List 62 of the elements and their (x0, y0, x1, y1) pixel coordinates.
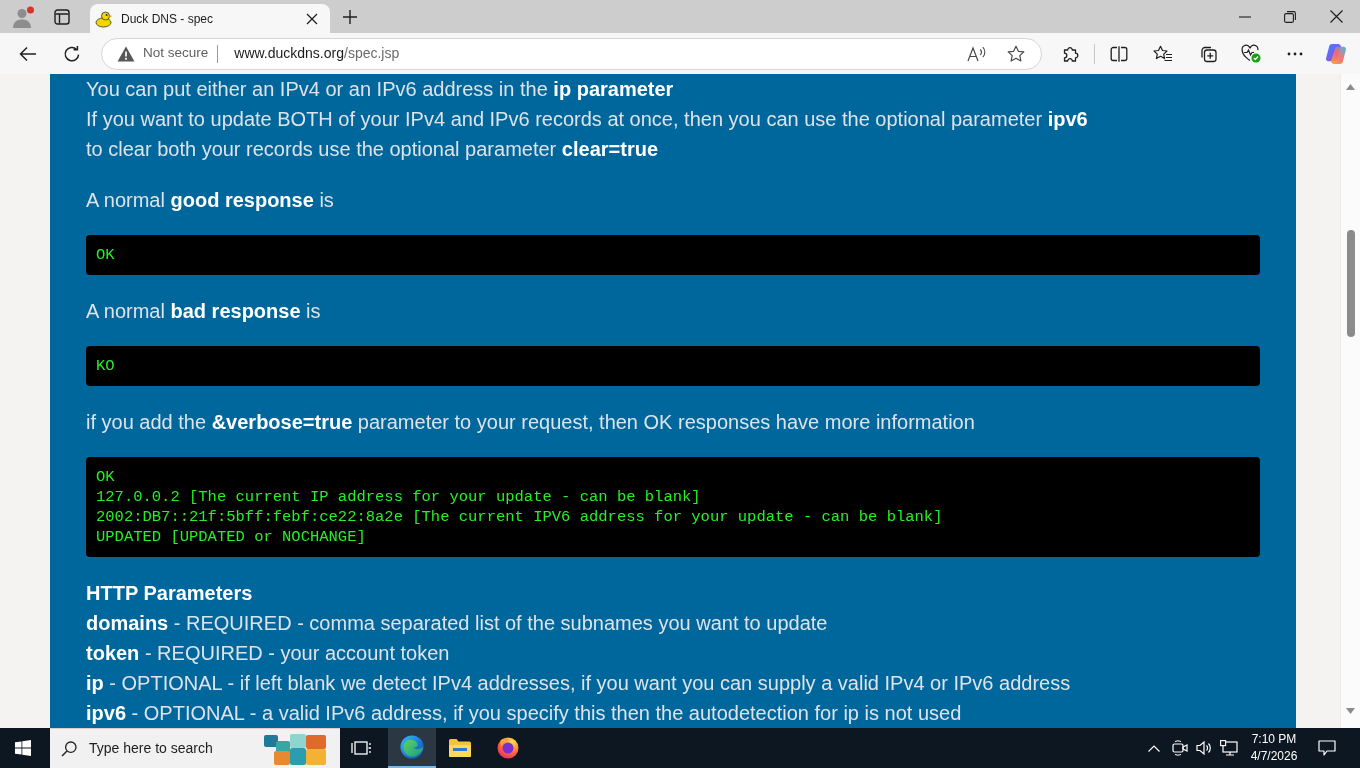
puzzle-pieces-illustration (264, 732, 326, 765)
search-field[interactable]: Type here to search (89, 738, 229, 759)
code-line: OK (96, 245, 116, 265)
code-line: UPDATED [UPDATED or NOCHANGE] (96, 527, 367, 547)
restore-icon[interactable] (1284, 10, 1296, 23)
split-screen-icon[interactable] (1110, 45, 1128, 62)
close-icon[interactable] (1330, 10, 1343, 23)
network-icon[interactable] (1220, 740, 1238, 756)
more-icon[interactable] (1287, 51, 1303, 56)
security-label[interactable]: Not secure (143, 43, 209, 64)
text-line: A normal bad response is (86, 298, 322, 324)
text-line: You can put either an IPv4 or an IPv6 address in the ip parameter (86, 77, 675, 102)
new-tab-icon[interactable] (342, 8, 358, 25)
volume-icon[interactable] (1196, 740, 1212, 756)
ring-logo-icon (496, 735, 520, 759)
read-aloud-icon[interactable] (967, 45, 987, 62)
clock-date[interactable]: 4/7/2026 (1248, 748, 1300, 765)
code-line: 2002:DB7::21f:5bff:febf:ce22:8a2e [The current IPV6 address for your update - can be blank] (96, 507, 944, 527)
chevron-up-icon[interactable] (1148, 744, 1160, 752)
close-icon[interactable] (306, 12, 318, 25)
scroll-thumb[interactable] (1346, 230, 1355, 337)
scroll-up-icon[interactable] (1346, 84, 1355, 90)
task-view-icon[interactable] (351, 740, 371, 756)
address-bar[interactable]: Not secure www.duckdns.org/spec.jsp (101, 37, 1042, 70)
puzzle-icon[interactable] (1062, 44, 1080, 63)
browser-tab[interactable]: Duck DNS - spec (90, 4, 330, 33)
text-line: ip - OPTIONAL - if left blank we detect IPv4 addresses, if you want you can supply a valid IPv4 or IPv6 address (86, 670, 1072, 696)
tab-actions-icon[interactable] (54, 8, 70, 25)
profile-icon[interactable] (11, 5, 35, 28)
code-line: 127.0.0.2 [The current IP address for your update - can be blank] (96, 487, 702, 507)
heart-pulse-icon[interactable] (1241, 44, 1261, 63)
search-icon (61, 740, 77, 757)
back-icon[interactable] (19, 45, 37, 62)
search-box[interactable]: Type here to search (50, 728, 340, 768)
warning-icon[interactable] (117, 45, 135, 62)
scroll-down-icon[interactable] (1346, 708, 1355, 714)
code-line: KO (96, 356, 116, 376)
text-line: A normal good response is (86, 187, 335, 213)
text-line: if you add the &verbose=true parameter to your request, then OK responses have more information (86, 409, 976, 435)
taskbar-app-button[interactable] (388, 728, 436, 768)
text-line: ipv6 - OPTIONAL - a valid IPv6 address, if you specify this then the autodetection for ip is not used (86, 700, 963, 726)
camera-icon[interactable] (1172, 740, 1188, 756)
swirl-logo-icon (400, 735, 424, 759)
refresh-icon[interactable] (63, 44, 81, 63)
minimize-icon[interactable] (1239, 15, 1251, 18)
duck-icon (95, 9, 113, 28)
text-line: If you want to update BOTH of your IPv4 and IPv6 records at once, then you can use the optional parameter ipv6 (86, 107, 1089, 132)
clock-time[interactable]: 7:10 PM (1248, 731, 1300, 748)
favorites-icon[interactable] (1153, 44, 1173, 63)
text-line: to clear both your records use the optional parameter clear=true (86, 137, 659, 162)
folder-icon (448, 737, 472, 757)
scrollbar[interactable] (1340, 74, 1360, 728)
notification-icon[interactable] (1318, 740, 1336, 756)
gradient-logo-icon[interactable] (1325, 42, 1347, 65)
section-heading: HTTP Parameters (86, 580, 254, 606)
text-line: token - REQUIRED - your account token (86, 640, 451, 666)
url-text[interactable]: www.duckdns.org/spec.jsp (234, 43, 400, 64)
star-icon[interactable] (1007, 44, 1025, 63)
text-line: domains - REQUIRED - comma separated list of the subnames you want to update (86, 610, 829, 636)
collections-icon[interactable] (1199, 44, 1217, 63)
code-line: OK (96, 467, 116, 487)
windows-start-icon[interactable] (15, 740, 31, 756)
